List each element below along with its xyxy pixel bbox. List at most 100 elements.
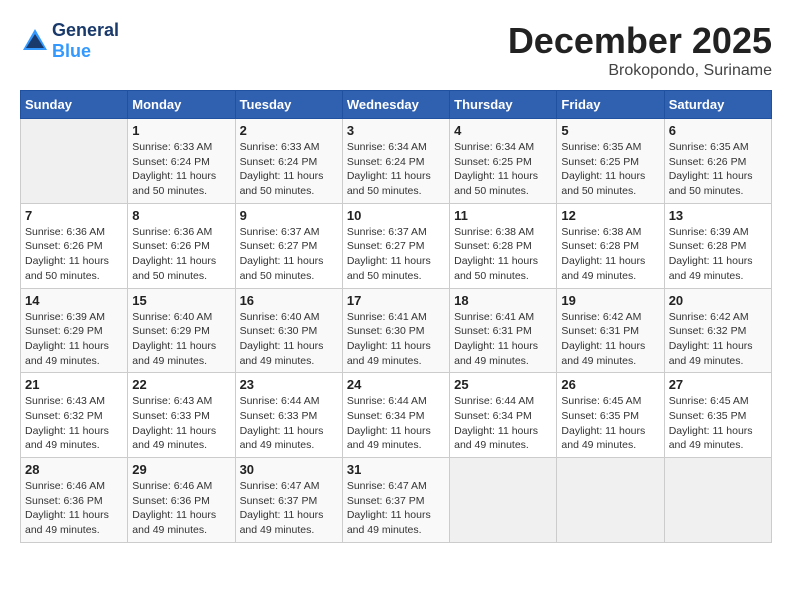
calendar-cell: 15 Sunrise: 6:40 AM Sunset: 6:29 PM Dayli… (128, 288, 235, 373)
day-number: 5 (561, 123, 659, 138)
calendar-cell: 9 Sunrise: 6:37 AM Sunset: 6:27 PM Daylig… (235, 203, 342, 288)
calendar-cell (664, 458, 771, 543)
day-info: Sunrise: 6:45 AM Sunset: 6:35 PM Dayligh… (669, 394, 767, 453)
calendar-cell: 14Sunrise: 6:39 AM Sunset: 6:29 PM Dayli… (21, 288, 128, 373)
calendar-cell: 4 Sunrise: 6:34 AM Sunset: 6:25 PM Daylig… (450, 119, 557, 204)
day-number: 13 (669, 208, 767, 223)
day-info: Sunrise: 6:39 AM Sunset: 6:28 PM Dayligh… (669, 225, 767, 284)
day-number: 9 (240, 208, 338, 223)
calendar-cell: 2Sunrise: 6:33 AM Sunset: 6:24 PM Daylig… (235, 119, 342, 204)
calendar-cell (21, 119, 128, 204)
day-number: 12 (561, 208, 659, 223)
calendar-week-3: 21 Sunrise: 6:43 AM Sunset: 6:32 PM Dayli… (21, 373, 772, 458)
day-header-friday: Friday (557, 91, 664, 119)
day-number: 14 (25, 293, 123, 308)
calendar-cell: 28 Sunrise: 6:46 AM Sunset: 6:36 PM Dayli… (21, 458, 128, 543)
day-header-wednesday: Wednesday (342, 91, 449, 119)
day-number: 11 (454, 208, 552, 223)
day-number: 6 (669, 123, 767, 138)
calendar-cell: 25Sunrise: 6:44 AM Sunset: 6:34 PM Dayli… (450, 373, 557, 458)
calendar-cell: 22 Sunrise: 6:43 AM Sunset: 6:33 PM Dayli… (128, 373, 235, 458)
day-header-monday: Monday (128, 91, 235, 119)
calendar-cell: 23 Sunrise: 6:44 AM Sunset: 6:33 PM Dayli… (235, 373, 342, 458)
calendar-week-4: 28 Sunrise: 6:46 AM Sunset: 6:36 PM Dayli… (21, 458, 772, 543)
calendar-cell: 3Sunrise: 6:34 AM Sunset: 6:24 PM Daylig… (342, 119, 449, 204)
calendar-cell: 8 Sunrise: 6:36 AM Sunset: 6:26 PM Daylig… (128, 203, 235, 288)
logo-blue-text: Blue (52, 41, 91, 61)
day-number: 31 (347, 462, 445, 477)
calendar-cell: 5 Sunrise: 6:35 AM Sunset: 6:25 PM Daylig… (557, 119, 664, 204)
calendar-cell: 27 Sunrise: 6:45 AM Sunset: 6:35 PM Dayli… (664, 373, 771, 458)
calendar-week-1: 7 Sunrise: 6:36 AM Sunset: 6:26 PM Daylig… (21, 203, 772, 288)
day-info: Sunrise: 6:34 AM Sunset: 6:24 PM Dayligh… (347, 140, 445, 199)
calendar-cell (557, 458, 664, 543)
day-number: 8 (132, 208, 230, 223)
day-number: 22 (132, 377, 230, 392)
calendar-cell: 31 Sunrise: 6:47 AM Sunset: 6:37 PM Dayli… (342, 458, 449, 543)
day-info: Sunrise: 6:44 AM Sunset: 6:34 PM Dayligh… (454, 394, 552, 453)
day-info: Sunrise: 6:47 AM Sunset: 6:37 PM Dayligh… (240, 479, 338, 538)
calendar-table: SundayMondayTuesdayWednesdayThursdayFrid… (20, 90, 772, 543)
day-info: Sunrise: 6:47 AM Sunset: 6:37 PM Dayligh… (347, 479, 445, 538)
calendar-cell: 1Sunrise: 6:33 AM Sunset: 6:24 PM Daylig… (128, 119, 235, 204)
calendar-cell: 26 Sunrise: 6:45 AM Sunset: 6:35 PM Dayli… (557, 373, 664, 458)
day-info: Sunrise: 6:35 AM Sunset: 6:26 PM Dayligh… (669, 140, 767, 199)
day-info: Sunrise: 6:42 AM Sunset: 6:31 PM Dayligh… (561, 310, 659, 369)
day-info: Sunrise: 6:38 AM Sunset: 6:28 PM Dayligh… (454, 225, 552, 284)
title-block: December 2025 Brokopondo, Suriname (508, 20, 772, 80)
calendar-cell: 18Sunrise: 6:41 AM Sunset: 6:31 PM Dayli… (450, 288, 557, 373)
page-header: General Blue December 2025 Brokopondo, S… (20, 20, 772, 80)
day-number: 27 (669, 377, 767, 392)
calendar-cell: 13 Sunrise: 6:39 AM Sunset: 6:28 PM Dayli… (664, 203, 771, 288)
day-info: Sunrise: 6:44 AM Sunset: 6:33 PM Dayligh… (240, 394, 338, 453)
day-number: 28 (25, 462, 123, 477)
day-number: 26 (561, 377, 659, 392)
day-info: Sunrise: 6:45 AM Sunset: 6:35 PM Dayligh… (561, 394, 659, 453)
calendar-cell: 17 Sunrise: 6:41 AM Sunset: 6:30 PM Dayli… (342, 288, 449, 373)
day-info: Sunrise: 6:43 AM Sunset: 6:33 PM Dayligh… (132, 394, 230, 453)
day-number: 21 (25, 377, 123, 392)
day-info: Sunrise: 6:36 AM Sunset: 6:26 PM Dayligh… (132, 225, 230, 284)
day-number: 15 (132, 293, 230, 308)
day-header-thursday: Thursday (450, 91, 557, 119)
day-number: 17 (347, 293, 445, 308)
day-number: 7 (25, 208, 123, 223)
calendar-cell: 21 Sunrise: 6:43 AM Sunset: 6:32 PM Dayli… (21, 373, 128, 458)
day-header-tuesday: Tuesday (235, 91, 342, 119)
day-info: Sunrise: 6:41 AM Sunset: 6:30 PM Dayligh… (347, 310, 445, 369)
logo: General Blue (20, 20, 119, 62)
day-info: Sunrise: 6:34 AM Sunset: 6:25 PM Dayligh… (454, 140, 552, 199)
day-number: 23 (240, 377, 338, 392)
calendar-cell: 19 Sunrise: 6:42 AM Sunset: 6:31 PM Dayli… (557, 288, 664, 373)
day-number: 30 (240, 462, 338, 477)
day-number: 4 (454, 123, 552, 138)
day-number: 20 (669, 293, 767, 308)
calendar-cell: 24Sunrise: 6:44 AM Sunset: 6:34 PM Dayli… (342, 373, 449, 458)
day-info: Sunrise: 6:37 AM Sunset: 6:27 PM Dayligh… (240, 225, 338, 284)
day-info: Sunrise: 6:37 AM Sunset: 6:27 PM Dayligh… (347, 225, 445, 284)
location-subtitle: Brokopondo, Suriname (508, 62, 772, 80)
calendar-cell: 10 Sunrise: 6:37 AM Sunset: 6:27 PM Dayli… (342, 203, 449, 288)
day-number: 29 (132, 462, 230, 477)
day-number: 19 (561, 293, 659, 308)
day-info: Sunrise: 6:40 AM Sunset: 6:29 PM Dayligh… (132, 310, 230, 369)
calendar-header: SundayMondayTuesdayWednesdayThursdayFrid… (21, 91, 772, 119)
calendar-cell: 29 Sunrise: 6:46 AM Sunset: 6:36 PM Dayli… (128, 458, 235, 543)
logo-icon (20, 26, 50, 56)
day-info: Sunrise: 6:46 AM Sunset: 6:36 PM Dayligh… (132, 479, 230, 538)
logo-general-text: General (52, 20, 119, 40)
day-info: Sunrise: 6:42 AM Sunset: 6:32 PM Dayligh… (669, 310, 767, 369)
day-number: 10 (347, 208, 445, 223)
day-info: Sunrise: 6:43 AM Sunset: 6:32 PM Dayligh… (25, 394, 123, 453)
day-info: Sunrise: 6:35 AM Sunset: 6:25 PM Dayligh… (561, 140, 659, 199)
calendar-cell: 12Sunrise: 6:38 AM Sunset: 6:28 PM Dayli… (557, 203, 664, 288)
calendar-cell: 7 Sunrise: 6:36 AM Sunset: 6:26 PM Daylig… (21, 203, 128, 288)
day-info: Sunrise: 6:36 AM Sunset: 6:26 PM Dayligh… (25, 225, 123, 284)
day-header-saturday: Saturday (664, 91, 771, 119)
calendar-cell: 30 Sunrise: 6:47 AM Sunset: 6:37 PM Dayli… (235, 458, 342, 543)
day-number: 2 (240, 123, 338, 138)
day-info: Sunrise: 6:46 AM Sunset: 6:36 PM Dayligh… (25, 479, 123, 538)
day-number: 24 (347, 377, 445, 392)
calendar-cell: 20 Sunrise: 6:42 AM Sunset: 6:32 PM Dayli… (664, 288, 771, 373)
month-title: December 2025 (508, 20, 772, 62)
